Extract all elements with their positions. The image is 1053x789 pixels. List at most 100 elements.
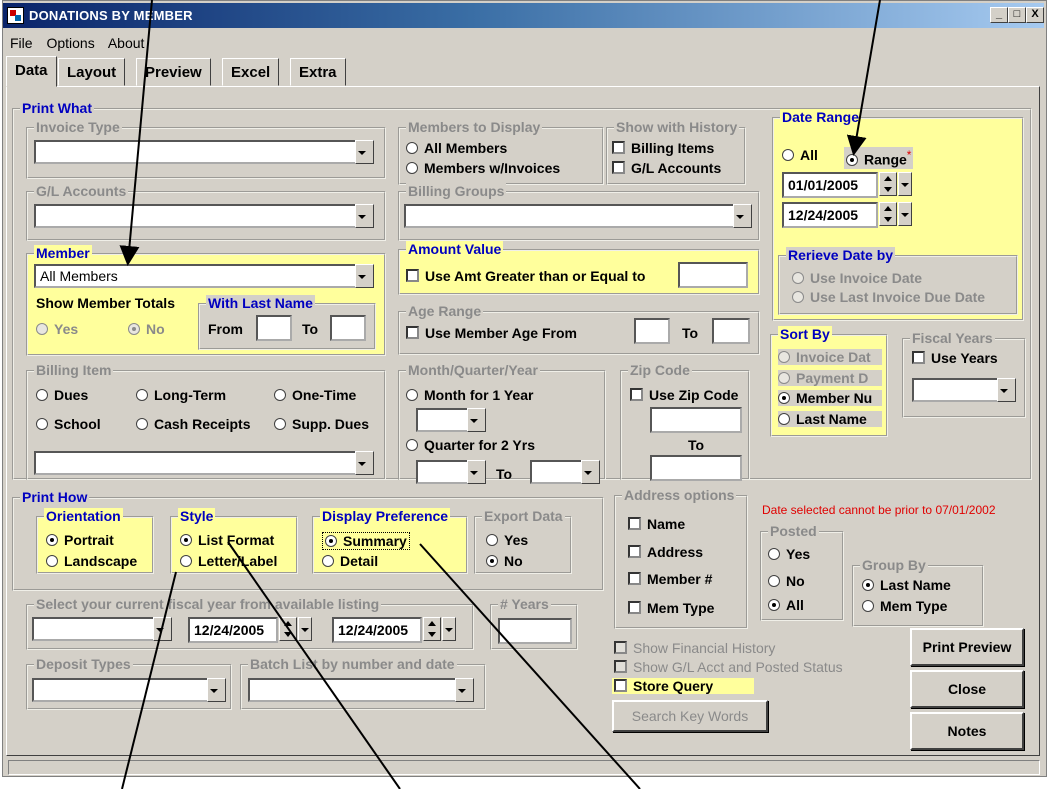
member-age-checkbox[interactable]: Use Member Age From: [406, 325, 577, 341]
billing-item-dropdown-icon[interactable]: [355, 451, 374, 475]
date-to-spinner-icon[interactable]: [879, 202, 897, 226]
billing-school-radio[interactable]: School: [36, 416, 101, 432]
zip-to-input[interactable]: [650, 455, 742, 481]
age-to-input[interactable]: [712, 318, 750, 344]
billing-long-term-radio[interactable]: Long-Term: [136, 387, 226, 403]
posted-yes-radio[interactable]: Yes: [768, 546, 810, 562]
tab-layout[interactable]: Layout: [58, 58, 126, 86]
orientation-portrait-radio[interactable]: Portrait: [46, 532, 114, 548]
store-query-checkbox[interactable]: Store Query: [612, 678, 754, 694]
amount-input[interactable]: [678, 262, 748, 288]
billing-groups-dropdown-icon[interactable]: [733, 204, 752, 228]
quarter-from-dropdown-icon[interactable]: [467, 460, 486, 484]
tab-excel[interactable]: Excel: [222, 58, 280, 86]
billing-item-select[interactable]: [34, 451, 374, 475]
fiscal-year-select[interactable]: [32, 617, 172, 641]
sort-invoice-date-radio[interactable]: Invoice Dat: [778, 349, 882, 365]
all-members-radio[interactable]: All Members: [406, 140, 507, 156]
sort-last-name-radio[interactable]: Last Name: [778, 411, 882, 427]
use-years-checkbox[interactable]: Use Years: [912, 350, 998, 366]
address-mem-type-checkbox[interactable]: Mem Type: [628, 600, 714, 616]
member-select[interactable]: All Members: [34, 264, 374, 288]
group-by-last-name-radio[interactable]: Last Name: [862, 577, 951, 593]
fiscal-to-dropdown-icon[interactable]: [442, 617, 456, 641]
display-detail-radio[interactable]: Detail: [322, 553, 378, 569]
quarter-to-dropdown-icon[interactable]: [581, 460, 600, 484]
batch-list-dropdown-icon[interactable]: [455, 678, 474, 702]
address-address-checkbox[interactable]: Address: [628, 544, 703, 560]
posted-no-radio[interactable]: No: [768, 573, 805, 589]
address-member-number-checkbox[interactable]: Member #: [628, 571, 712, 587]
fiscal-year-dropdown-icon[interactable]: [153, 617, 172, 641]
amount-greater-checkbox[interactable]: Use Amt Greater than or Equal to: [406, 268, 645, 284]
search-key-words-button[interactable]: Search Key Words: [612, 700, 768, 732]
retrieve-invoice-date-radio[interactable]: Use Invoice Date: [792, 270, 922, 286]
last-name-to-input[interactable]: [330, 315, 366, 341]
billing-dues-radio[interactable]: Dues: [36, 387, 88, 403]
member-totals-yes-radio[interactable]: Yes: [36, 321, 78, 337]
notes-button[interactable]: Notes: [910, 712, 1024, 750]
history-billing-items-checkbox[interactable]: Billing Items: [612, 140, 714, 156]
date-to-input[interactable]: 12/24/2005: [782, 202, 878, 228]
show-gl-posted-checkbox[interactable]: Show G/L Acct and Posted Status: [614, 659, 843, 675]
batch-list-select[interactable]: [248, 678, 474, 702]
date-from-spinner-icon[interactable]: [879, 172, 897, 196]
group-by-mem-type-radio[interactable]: Mem Type: [862, 598, 947, 614]
date-from-input[interactable]: 01/01/2005: [782, 172, 878, 198]
show-financial-history-checkbox[interactable]: Show Financial History: [614, 640, 775, 656]
tab-extra[interactable]: Extra: [290, 58, 346, 86]
sort-payment-date-radio[interactable]: Payment D: [778, 370, 882, 386]
billing-supp-dues-radio[interactable]: Supp. Dues: [274, 416, 369, 432]
export-yes-radio[interactable]: Yes: [486, 532, 528, 548]
fiscal-to-input[interactable]: 12/24/2005: [332, 617, 422, 643]
deposit-types-dropdown-icon[interactable]: [207, 678, 226, 702]
last-name-from-input[interactable]: [256, 315, 292, 341]
age-from-input[interactable]: [634, 318, 670, 344]
style-list-format-radio[interactable]: List Format: [180, 532, 274, 548]
years-input[interactable]: [498, 618, 572, 644]
billing-groups-select[interactable]: [404, 204, 752, 228]
date-all-radio[interactable]: All: [782, 147, 818, 163]
members-with-invoices-radio[interactable]: Members w/Invoices: [406, 160, 560, 176]
gl-accounts-select[interactable]: [34, 204, 374, 228]
orientation-landscape-radio[interactable]: Landscape: [46, 553, 137, 569]
month-dropdown-icon[interactable]: [467, 408, 486, 432]
invoice-type-dropdown-icon[interactable]: [355, 140, 374, 164]
zip-from-input[interactable]: [650, 407, 742, 433]
display-summary-radio[interactable]: Summary: [322, 532, 410, 550]
menu-options[interactable]: Options: [46, 35, 94, 51]
member-totals-no-radio[interactable]: No: [128, 321, 165, 337]
address-name-checkbox[interactable]: Name: [628, 516, 685, 532]
fiscal-years-dropdown-icon[interactable]: [997, 378, 1016, 402]
deposit-types-select[interactable]: [32, 678, 226, 702]
billing-cash-receipts-radio[interactable]: Cash Receipts: [136, 416, 250, 432]
tab-data[interactable]: Data: [6, 56, 57, 87]
date-from-dropdown-icon[interactable]: [898, 172, 912, 196]
export-no-radio[interactable]: No: [486, 553, 523, 569]
tab-preview[interactable]: Preview: [136, 58, 211, 86]
posted-all-radio[interactable]: All: [768, 597, 804, 613]
member-dropdown-icon[interactable]: [355, 264, 374, 288]
retrieve-last-due-date-radio[interactable]: Use Last Invoice Due Date: [792, 289, 985, 305]
fiscal-from-spinner-icon[interactable]: [279, 617, 297, 641]
invoice-type-select[interactable]: [34, 140, 374, 164]
close-window-button[interactable]: X: [1026, 7, 1044, 23]
maximize-button[interactable]: □: [1008, 7, 1026, 23]
sort-member-number-radio[interactable]: Member Nu: [778, 390, 882, 406]
date-range-radio[interactable]: Range*: [844, 147, 914, 169]
style-letter-label-radio[interactable]: Letter/Label: [180, 553, 277, 569]
billing-one-time-radio[interactable]: One-Time: [274, 387, 356, 403]
quarter-two-years-radio[interactable]: Quarter for 2 Yrs: [406, 437, 535, 453]
fiscal-to-spinner-icon[interactable]: [423, 617, 441, 641]
date-to-dropdown-icon[interactable]: [898, 202, 912, 226]
menu-file[interactable]: File: [10, 35, 33, 51]
print-preview-button[interactable]: Print Preview: [910, 628, 1024, 666]
close-button[interactable]: Close: [910, 670, 1024, 708]
minimize-button[interactable]: _: [990, 7, 1008, 23]
month-one-year-radio[interactable]: Month for 1 Year: [406, 387, 533, 403]
history-gl-accounts-checkbox[interactable]: G/L Accounts: [612, 160, 721, 176]
fiscal-from-dropdown-icon[interactable]: [298, 617, 312, 641]
fiscal-from-input[interactable]: 12/24/2005: [188, 617, 278, 643]
use-zip-code-checkbox[interactable]: Use Zip Code: [630, 387, 738, 403]
gl-accounts-dropdown-icon[interactable]: [355, 204, 374, 228]
